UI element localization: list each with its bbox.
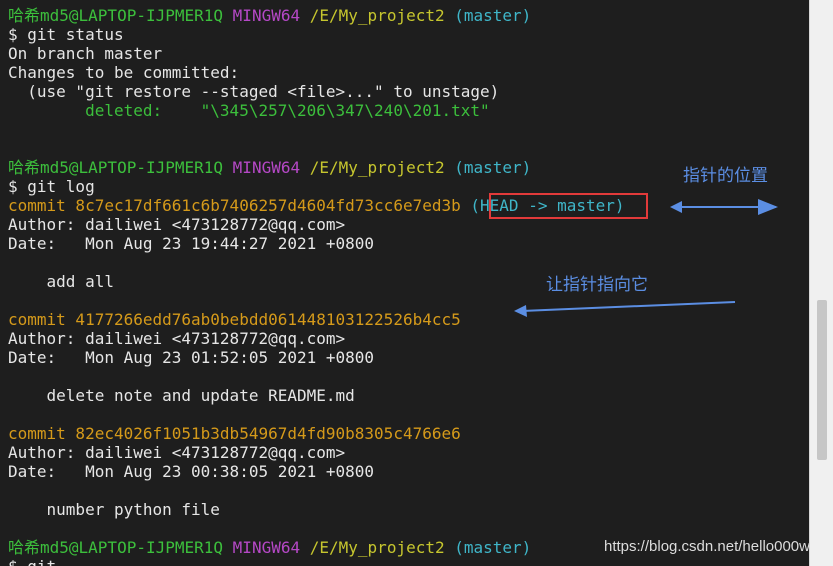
command-partial: $ git bbox=[8, 557, 56, 566]
commit-message-1: add all bbox=[8, 272, 114, 291]
prompt-path: /E/My_project2 bbox=[309, 6, 445, 25]
commit-hash-2: commit 4177266edd76ab0bebdd0614481031225… bbox=[8, 310, 461, 329]
prompt-user-host: 哈希md5@LAPTOP-IJPMER1Q bbox=[8, 158, 224, 177]
head-highlight-box bbox=[489, 193, 648, 219]
prompt-branch: (master) bbox=[454, 158, 532, 177]
prompt-line-1: 哈希md5@LAPTOP-IJPMER1Q MINGW64 /E/My_proj… bbox=[8, 6, 531, 25]
commit-message-3: number python file bbox=[8, 500, 220, 519]
commit-message-2: delete note and update README.md bbox=[8, 386, 355, 405]
deleted-label: deleted: bbox=[8, 101, 201, 120]
prompt-shell: MINGW64 bbox=[232, 158, 301, 177]
commit-author-3: Author: dailiwei <473128772@qq.com> bbox=[8, 443, 346, 462]
status-deleted-line: deleted: "\345\257\206\347\240\201.txt" bbox=[8, 101, 490, 120]
prompt-user-host: 哈希md5@LAPTOP-IJPMER1Q bbox=[8, 538, 224, 557]
status-line-branch: On branch master bbox=[8, 44, 163, 63]
command-git-status: $ git status bbox=[8, 25, 124, 44]
scrollbar-thumb[interactable] bbox=[817, 300, 827, 460]
commit-author-2: Author: dailiwei <473128772@qq.com> bbox=[8, 329, 346, 348]
prompt-path: /E/My_project2 bbox=[309, 158, 445, 177]
status-line-hint: (use "git restore --staged <file>..." to… bbox=[8, 82, 500, 101]
commit-hash-3: commit 82ec4026f1051b3db54967d4fd90b8305… bbox=[8, 424, 461, 443]
prompt-branch: (master) bbox=[454, 538, 532, 557]
commit-date-2: Date: Mon Aug 23 01:52:05 2021 +0800 bbox=[8, 348, 375, 367]
csdn-watermark: https://blog.csdn.net/hello000w bbox=[604, 538, 809, 555]
vertical-scrollbar[interactable] bbox=[809, 0, 833, 566]
commit-hash-1: commit 8c7ec17df661c6b7406257d4604fd73cc… bbox=[8, 196, 461, 215]
command-git-log: $ git log bbox=[8, 177, 95, 196]
prompt-shell: MINGW64 bbox=[232, 6, 301, 25]
screenshot-frame: 哈希md5@LAPTOP-IJPMER1Q MINGW64 /E/My_proj… bbox=[0, 0, 833, 566]
prompt-path: /E/My_project2 bbox=[309, 538, 445, 557]
prompt-branch: (master) bbox=[454, 6, 532, 25]
prompt-shell: MINGW64 bbox=[232, 538, 301, 557]
commit-author-1: Author: dailiwei <473128772@qq.com> bbox=[8, 215, 346, 234]
annotation-point-it-here: 让指针指向它 bbox=[546, 275, 648, 295]
status-line-changes: Changes to be committed: bbox=[8, 63, 240, 82]
commit-date-3: Date: Mon Aug 23 00:38:05 2021 +0800 bbox=[8, 462, 375, 481]
prompt-user-host: 哈希md5@LAPTOP-IJPMER1Q bbox=[8, 6, 224, 25]
annotation-pointer-position: 指针的位置 bbox=[683, 166, 768, 186]
prompt-line-3: 哈希md5@LAPTOP-IJPMER1Q MINGW64 /E/My_proj… bbox=[8, 538, 531, 557]
deleted-file: "\345\257\206\347\240\201.txt" bbox=[200, 101, 490, 120]
prompt-line-2: 哈希md5@LAPTOP-IJPMER1Q MINGW64 /E/My_proj… bbox=[8, 158, 531, 177]
commit-date-1: Date: Mon Aug 23 19:44:27 2021 +0800 bbox=[8, 234, 375, 253]
terminal-window[interactable]: 哈希md5@LAPTOP-IJPMER1Q MINGW64 /E/My_proj… bbox=[0, 0, 809, 566]
